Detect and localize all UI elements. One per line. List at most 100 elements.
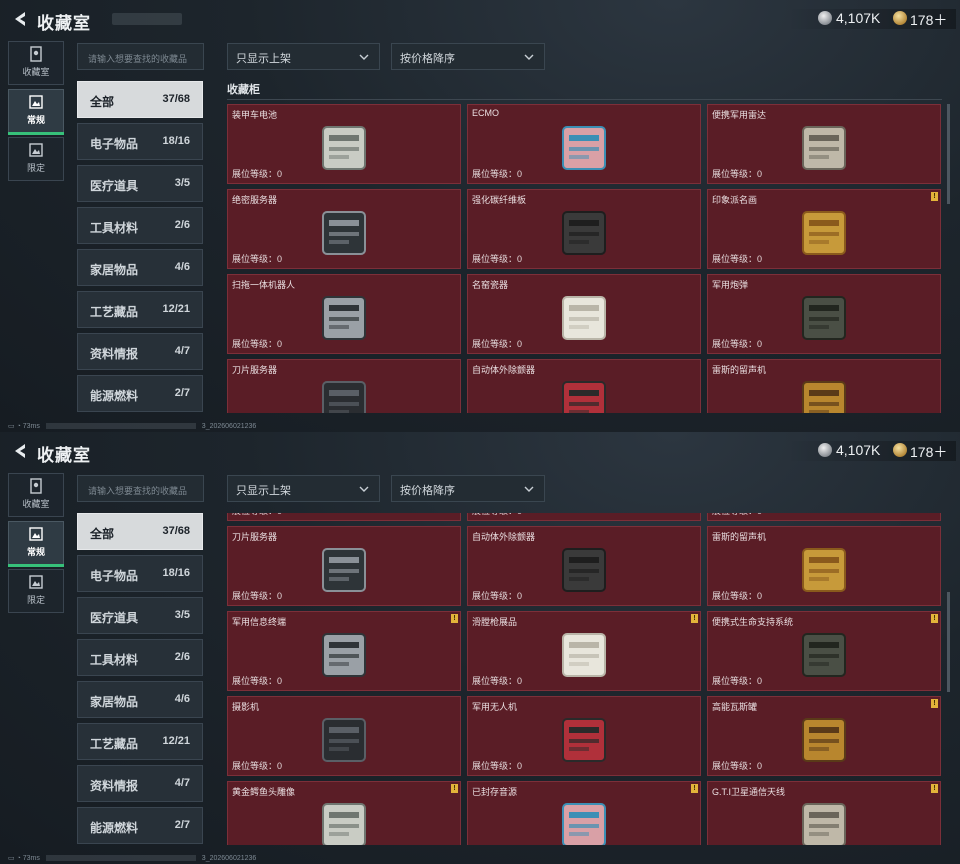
item-name: 军用无人机 bbox=[472, 702, 518, 712]
tab-collection-room[interactable]: 收藏室 bbox=[8, 473, 64, 517]
sort-dropdown[interactable]: 按价格降序 bbox=[391, 43, 545, 70]
gold-amount[interactable]: 178＋ bbox=[910, 442, 947, 462]
collection-item-card[interactable]: 绝密服务器 展位等级：0 bbox=[227, 189, 461, 269]
category-intel[interactable]: 资料情报 4/7 bbox=[77, 333, 203, 370]
category-count: 12/21 bbox=[162, 303, 190, 315]
collection-item-card[interactable]: 刀片服务器展位等级：0 bbox=[227, 526, 461, 606]
shelf-filter-dropdown[interactable]: 只显示上架 bbox=[227, 43, 380, 70]
collection-item-card[interactable]: 刀片服务器展位等级：0 bbox=[227, 359, 461, 413]
collection-item-card[interactable]: 自动体外除颤器展位等级：0 bbox=[467, 359, 701, 413]
category-label: 全部 bbox=[90, 527, 115, 541]
category-label: 资料情报 bbox=[90, 347, 139, 361]
collection-item-card[interactable]: ECMO 展位等级：0 bbox=[467, 104, 701, 184]
ping-text: 73ms bbox=[22, 855, 40, 862]
collection-item-card[interactable]: 扫拖一体机器人 展位等级：0 bbox=[227, 274, 461, 354]
category-medical[interactable]: 医疗道具 3/5 bbox=[77, 165, 203, 202]
category-all[interactable]: 全部 37/68 bbox=[77, 513, 203, 550]
scrollbar[interactable] bbox=[947, 592, 950, 692]
collection-item-card[interactable]: 高能瓦斯罐 展位等级：0! bbox=[707, 696, 941, 776]
collection-item-card[interactable]: 摄影机 展位等级：0 bbox=[227, 696, 461, 776]
item-name: 绝密服务器 bbox=[232, 195, 278, 205]
category-tools[interactable]: 工具材料 2/6 bbox=[77, 639, 203, 676]
shelf-filter-dropdown[interactable]: 只显示上架 bbox=[227, 475, 380, 502]
category-label: 医疗道具 bbox=[90, 611, 139, 625]
collection-item-card[interactable]: 展位等级：0 bbox=[467, 513, 701, 521]
tab-regular[interactable]: 常规 bbox=[8, 89, 64, 135]
collection-item-card[interactable]: 黄金鳄鱼头雕像展位等级：0! bbox=[227, 781, 461, 845]
collection-item-card[interactable]: 名窑瓷器 展位等级：0 bbox=[467, 274, 701, 354]
collection-item-card[interactable]: 展位等级：0 bbox=[227, 513, 461, 521]
category-household[interactable]: 家居物品 4/6 bbox=[77, 681, 203, 718]
item-image bbox=[779, 285, 869, 349]
category-all[interactable]: 全部 37/68 bbox=[77, 81, 203, 118]
item-name: ECMO bbox=[472, 108, 499, 118]
category-count: 18/16 bbox=[162, 567, 190, 579]
sort-value: 按价格降序 bbox=[400, 485, 455, 497]
silver-amount: 4,107K bbox=[836, 10, 881, 26]
collection-item-card[interactable]: 军用无人机 展位等级：0 bbox=[467, 696, 701, 776]
build-text: 3_202606021236 bbox=[201, 423, 257, 430]
category-intel[interactable]: 资料情报 4/7 bbox=[77, 765, 203, 802]
tab-label: 常规 bbox=[26, 547, 45, 557]
silver-coin-icon bbox=[818, 11, 832, 25]
page-title: 收藏室 bbox=[37, 14, 91, 33]
collection-item-card[interactable]: 展位等级：0 bbox=[707, 513, 941, 521]
sort-value: 按价格降序 bbox=[400, 53, 455, 65]
category-crafts[interactable]: 工艺藏品 12/21 bbox=[77, 291, 203, 328]
collection-item-card[interactable]: 自动体外除颤器展位等级：0 bbox=[467, 526, 701, 606]
item-image bbox=[779, 792, 869, 845]
back-arrow-icon[interactable] bbox=[10, 9, 30, 29]
item-image bbox=[539, 370, 629, 413]
category-count: 37/68 bbox=[162, 525, 190, 537]
collection-item-card[interactable]: 雷斯的留声机展位等级：0 bbox=[707, 359, 941, 413]
collection-item-card[interactable]: 便携式生命支持系统 展位等级：0! bbox=[707, 611, 941, 691]
collection-item-card[interactable]: 强化碳纤维板 展位等级：0 bbox=[467, 189, 701, 269]
category-tools[interactable]: 工具材料 2/6 bbox=[77, 207, 203, 244]
item-name: 印象派名画 bbox=[712, 195, 758, 205]
collection-item-card[interactable]: 印象派名画 展位等级：0! bbox=[707, 189, 941, 269]
category-label: 工具材料 bbox=[90, 653, 139, 667]
tab-limited[interactable]: 限定 bbox=[8, 137, 64, 181]
back-arrow-icon[interactable] bbox=[10, 441, 30, 461]
item-name: G.T.I卫星通信天线 bbox=[712, 787, 786, 797]
collection-item-card[interactable]: 已封存音源展位等级：0! bbox=[467, 781, 701, 845]
scrollbar[interactable] bbox=[947, 104, 950, 204]
tab-regular[interactable]: 常规 bbox=[8, 521, 64, 567]
gold-amount[interactable]: 178＋ bbox=[910, 10, 947, 30]
category-electronics[interactable]: 电子物品 18/16 bbox=[77, 555, 203, 592]
search-input[interactable]: 请输入想要查找的收藏品 bbox=[77, 475, 204, 502]
collection-item-card[interactable]: 雷斯的留声机展位等级：0 bbox=[707, 526, 941, 606]
category-electronics[interactable]: 电子物品 18/16 bbox=[77, 123, 203, 160]
collection-item-card[interactable]: 军用信息终端 展位等级：0! bbox=[227, 611, 461, 691]
category-energy[interactable]: 能源燃料 2/7 bbox=[77, 375, 203, 412]
category-count: 3/5 bbox=[174, 609, 190, 621]
blurred-id bbox=[45, 423, 196, 430]
blurred-id bbox=[45, 855, 196, 862]
item-image bbox=[539, 537, 629, 601]
collection-item-card[interactable]: 装甲车电池 展位等级：0 bbox=[227, 104, 461, 184]
collection-item-card[interactable]: 便携军用雷达 展位等级：0 bbox=[707, 104, 941, 184]
search-input[interactable]: 请输入想要查找的收藏品 bbox=[77, 43, 204, 70]
item-level: 展位等级：0 bbox=[232, 339, 283, 349]
category-label: 家居物品 bbox=[90, 263, 139, 277]
category-household[interactable]: 家居物品 4/6 bbox=[77, 249, 203, 286]
category-medical[interactable]: 医疗道具 3/5 bbox=[77, 597, 203, 634]
category-energy[interactable]: 能源燃料 2/7 bbox=[77, 807, 203, 844]
sort-dropdown[interactable]: 按价格降序 bbox=[391, 475, 545, 502]
category-crafts[interactable]: 工艺藏品 12/21 bbox=[77, 723, 203, 760]
item-name: 装甲车电池 bbox=[232, 110, 278, 120]
collection-item-card[interactable]: G.T.I卫星通信天线展位等级：0! bbox=[707, 781, 941, 845]
item-image bbox=[779, 200, 869, 264]
item-image bbox=[779, 537, 869, 601]
collection-item-card[interactable]: 滑膛枪展品 展位等级：0! bbox=[467, 611, 701, 691]
item-level: 展位等级：0 bbox=[472, 591, 523, 601]
tab-collection-room[interactable]: 收藏室 bbox=[8, 41, 64, 85]
regular-icon bbox=[29, 527, 43, 541]
tab-limited[interactable]: 限定 bbox=[8, 569, 64, 613]
collection-item-card[interactable]: 军用炮弹 展位等级：0 bbox=[707, 274, 941, 354]
item-level: 展位等级：0 bbox=[472, 676, 523, 686]
category-count: 4/6 bbox=[174, 693, 190, 705]
item-grid: 展位等级：0 展位等级：0 展位等级：0 刀片服务器展位等级：0自动体外除颤器展位等级… bbox=[227, 513, 943, 845]
item-image bbox=[299, 622, 389, 686]
category-label: 工具材料 bbox=[90, 221, 139, 235]
